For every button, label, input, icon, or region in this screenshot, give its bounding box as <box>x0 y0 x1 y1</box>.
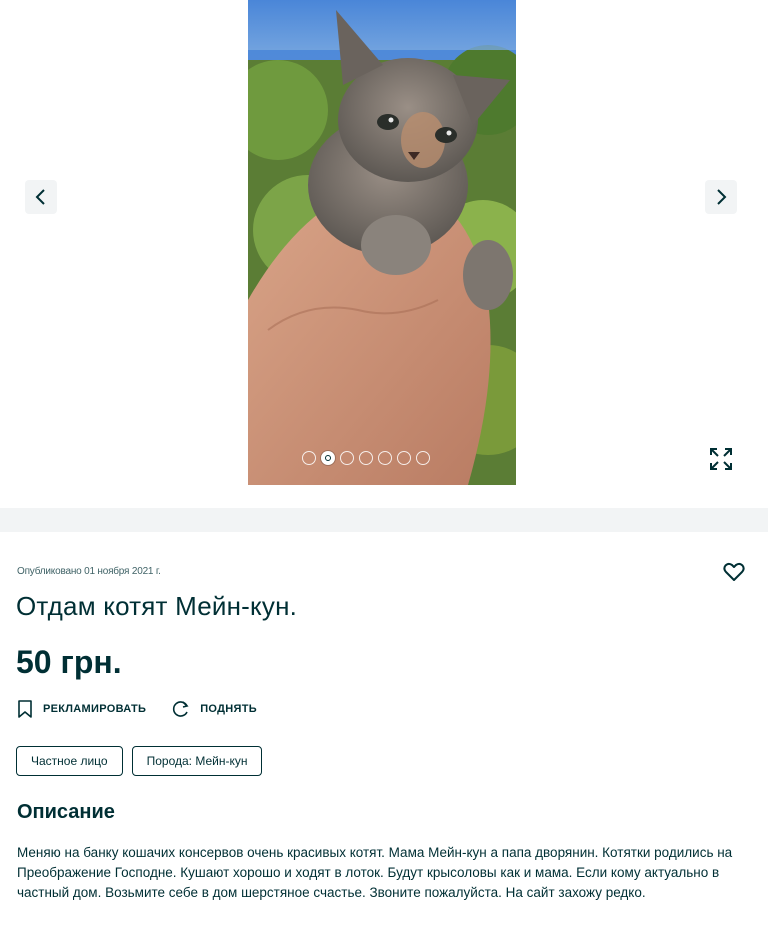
gallery-dot[interactable] <box>340 451 354 465</box>
gallery-dot[interactable] <box>321 451 335 465</box>
tag-seller-type: Частное лицо <box>16 746 123 776</box>
kitten-photo-image <box>248 0 516 485</box>
gallery-pagination <box>302 451 430 465</box>
refresh-icon <box>173 701 189 717</box>
fullscreen-button[interactable] <box>704 442 738 476</box>
raise-button[interactable]: ПОДНЯТЬ <box>172 700 257 718</box>
gallery-dot[interactable] <box>378 451 392 465</box>
heart-icon <box>723 562 745 581</box>
raise-label: ПОДНЯТЬ <box>200 703 257 715</box>
gallery-dot[interactable] <box>397 451 411 465</box>
listing-price: 50 грн. <box>16 644 122 680</box>
gallery-next-button[interactable] <box>705 180 737 214</box>
description-text: Меняю на банку кошачих консервов очень к… <box>17 845 733 900</box>
listing-actions: РЕКЛАМИРОВАТЬ ПОДНЯТЬ <box>17 700 257 718</box>
section-separator <box>0 508 768 532</box>
chevron-left-icon <box>35 189 45 205</box>
tag-breed: Порода: Мейн-кун <box>131 746 263 776</box>
chevron-right-icon <box>717 189 727 205</box>
promote-button[interactable]: РЕКЛАМИРОВАТЬ <box>17 700 146 718</box>
gallery-dot[interactable] <box>416 451 430 465</box>
description-heading: Описание <box>17 801 115 823</box>
bookmark-icon <box>18 700 32 718</box>
expand-icon <box>710 448 732 470</box>
listing-title: Отдам котят Мейн-кун. <box>16 591 298 621</box>
promote-label: РЕКЛАМИРОВАТЬ <box>43 703 147 715</box>
favorite-button[interactable] <box>722 560 746 584</box>
listing-tags: Частное лицо Порода: Мейн-кун <box>16 746 263 776</box>
published-date: Опубликовано 01 ноября 2021 г. <box>17 566 161 577</box>
gallery-prev-button[interactable] <box>25 180 57 214</box>
photo-gallery <box>0 0 768 508</box>
listing-photo[interactable] <box>248 0 516 485</box>
gallery-dot[interactable] <box>359 451 373 465</box>
gallery-dot[interactable] <box>302 451 316 465</box>
